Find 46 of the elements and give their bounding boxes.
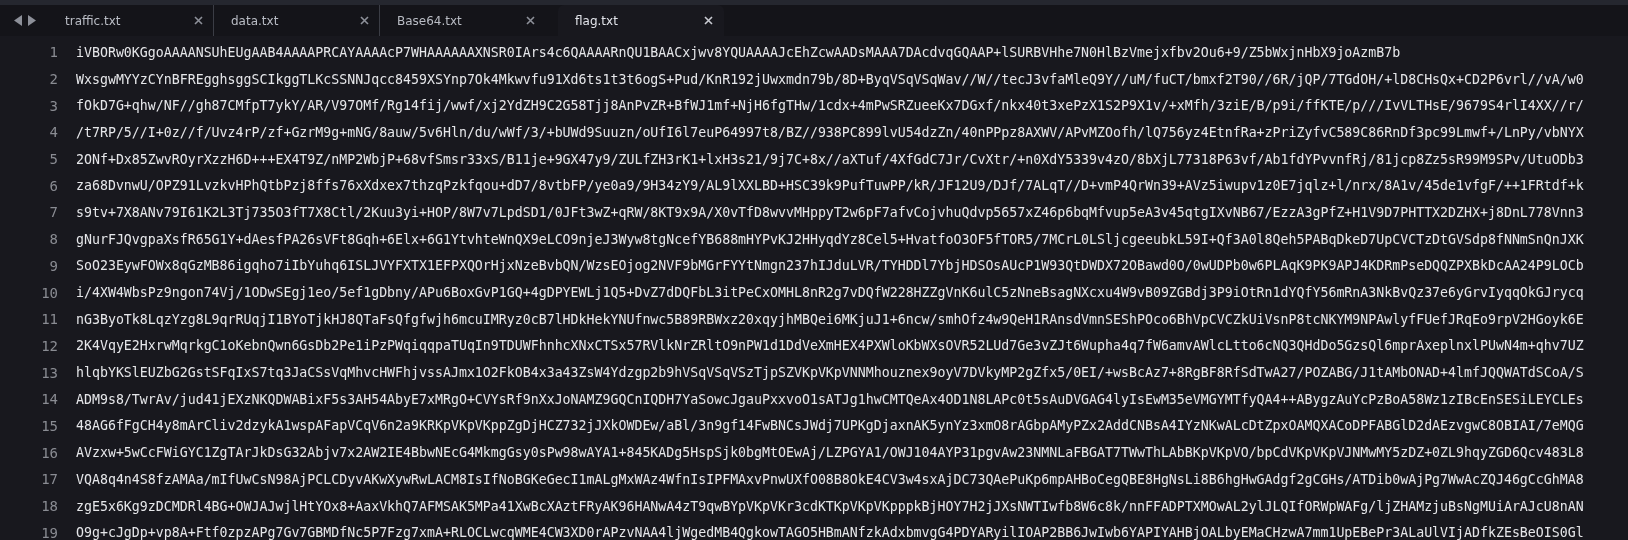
code-line: AVzxw+5wCcFWiGYC1ZgTArJkDsG32Abjv7x2AW2IE4BbwNEcG4MkmgGsy0sPw98wAYA1+845KADg5HspSjk0bgMtOEwAj/LZPGYA1/OWJ104AYP31pgvAw23NMNLaFBGAT7TWwThLAbBKpVKpVO/bpCdVKpVKpVJNMwMY5zDZ+0ZL9hqyZGD6Qcv483L8 [76, 445, 1584, 461]
line-number: 4 [48, 124, 58, 141]
line-number: 16 [40, 444, 58, 461]
close-icon[interactable] [704, 16, 713, 25]
code-line: 48AG6fFgCH4y8mArCliv2dzykA1wspAFapVCqV6n2a9KRKpVKpVKppZgDjHCZ732jJXkOWDEw/aBl/3n9gf14FwBNCsJWdj7UPKgDjaxnAK5ynYz3xmO8rAGbpAMyPZx2AddCNBsA4IYzNKwALcDtZpxOAMQXACoDPFABGlD2dAEzvgwC8OBIAI/7eMQG [76, 418, 1584, 434]
line-number: 5 [48, 151, 58, 168]
line-number: 13 [40, 364, 58, 381]
line-number: 3 [48, 97, 58, 114]
code-line: i/4XW4WbsPz9ngon74Vj/1ODwSEgj1eo/5ef1gDbny/APu6BoxGvP1GQ+4gDPYEWLj1Q5+DvZ7dDQFbL3itPeCxOMHL8nR2g7vDQfW228HZZgVnK6ulC5zNneBsagNXcxu4W9vB09ZGBdj3P9iOtRn1dYQfY56mRnA3NkBvQz37e6yGrvIyqqOkGJrycq [76, 285, 1584, 301]
code-line: VQA8q4n4S8fzAMAa/mIfUwCsN98AjPCLCDyvAKwXywRwLACM8IsIfNoBGKeGecI1mALgMxWAz4WfnIsIPFMAxvPnwUXfO08B8OkE4CV3w4sxAjDC73QAePuKp6mpAHBoCegQBE8HgNsLi8B6hgHwGAdgf2gCGHs/ATDib0wAjPg7WwAcZQJ46gCcGhMA8 [76, 471, 1584, 487]
code-line: hlqbYKSlEUZbG2GstSFqIxS7tq3JaCSsVqMhvcHWFhjvssAJmx1O2FkOB4x3a43ZsW4Ydzgp2b9hVSqVSqVSzTjpSZVKpVKpVNNMhouznex9oyV7DVkyMP2gZfx5/0EI/+wsBcAz7+8RgBF8RfSdTwA27/POZABG/J1tAMbONAD+4lmfJQQWATdSCoA/S [76, 365, 1584, 381]
close-icon[interactable] [360, 16, 369, 25]
line-number: 7 [48, 204, 58, 221]
right-arrow-icon[interactable] [28, 15, 36, 26]
code-line: ADM9s8/TwrAv/jud41jEXzNKQDWABixF5s3AH54AbyE7xMRgO+CVYsRf9nXxJoNAMZ9GQCnIQDH7YaSowcJgauPxxvoO1sATJg1hwCMTQeAx4OD1N8LAPc0t5sAuDVGAG4lyIsEwM35eVMGYMTfyQA4++ABygzAuYcPzBoA58Wz1zIBcEnSESiLEYCLEs [76, 391, 1584, 407]
code-line: fOkD7G+qhw/NF//gh87CMfpT7ykY/AR/V97OMf/Rg14fij/wwf/xj2YdZH9C2G58Tjj8AnPvZR+BfWJ1mf+NjH6fgTHw/1cdx+4mPwSRZueeKx7DGxf/nkx40t3xePzX1S2P9X1v/+xMfh/3ziE/B/p9i/ffKTE/p///IvVLTHsE/9679S4rlI4XX//r/ [76, 98, 1584, 114]
code-line: /t7RP/5//I+0z//f/Uvz4rP/zf+GzrM9g+mNG/8auw/5v6Hln/du/wWf/3/+bUWd9Suuzn/oUfI6l7euP64997t8/BZ//938PC899lvU54dzZn/40nPPpz8AXWV/APvMZOofh/lQ756yz4EtnfRa+zPriZyfvC589C86RnDf3pc99Lmwf+/LnPy/vbNYX [76, 124, 1584, 140]
line-number: 19 [40, 524, 58, 540]
code-line: 2K4VqyE2HxrwMqrkgC1oKebnQwn6GsDb2Pe1iPzPWqiqqpaTUqIn9TDUWFhnhcXNxCTSx57RVlkNrZRltO9nPW1d1DdVeXmHEX4PXWloKbWXsOVR52LUd7Ge3vZJt6Wupha4q7fW6amvAWlcLtto6cNQ3QHdDo5GzsQl6mprAxeplnxlPUwN4m+qhv7UZ [76, 338, 1584, 354]
line-number: 2 [48, 71, 58, 88]
code-line: 2ONf+Dx85ZwvROyrXzzH6D+++EX4T9Z/nMP2WbjP+68vfSmsr33xS/B11je+9GX47y9/ZULfZH3rK1+lxH3s21/9j7C+8x//aXTuf/4XfGdC7Jr/CvXtr/+n0XdY5339v4zO/8bXjL77318P63vf/Ab1fdYPvvnfRj/81jcp8Zz5sR99M9SPv/UtuODb3 [76, 151, 1584, 167]
code-line: nG3ByoTk8LqzYzg8L9qrRUqjI1BYoTjkHJ8QTaFsQfgfwjh6mcuIMRyz0cB7lHDkHekYNUfnwc5B89RBWxz20xqyjhMBQei6MKjuJ1+6ncw/smhOfz4w9QeH1RAnsdVmnSEShPOco6BhVpCVCZkUiVsnP8tcNKYM9NPAwlyfFUefJRqEo9rpV2HGoyk6E [76, 311, 1584, 327]
line-number: 18 [40, 498, 58, 515]
line-number: 6 [48, 177, 58, 194]
tab[interactable]: Base64.txt [380, 5, 546, 36]
code-line: WxsgwMYYzCYnBFREgghsggSCIkggTLKcSSNNJqcc8459XSYnp7Ok4Mkwvfu91Xd6ts1t3t6ogS+Pud/KnR192jUwxmdn79b/8D+ByqVSqVSqWav//W//tecJ3vfaMleQ9Y//uM/fuCT/bmxf2T90//6R/jQP/7TGdOH/+lD8CHsQx+CD2P6vrl//vA/w0 [76, 71, 1584, 87]
line-number: 14 [40, 391, 58, 408]
code-line: za68DvnwU/OPZ91LvzkvHPhQtbPzj8ffs76xXdxex7thzqPzkfqou+dD7/8vtbFP/ye0a9/9H34zY9/AL9lXXLBD+HSC39k9PufTuwPP/kR/JF12U9/DJf/7ALqT//D+vmP4QrWn39+AVz5iwupv1z0E7jqlz+l/nrx/8A1v/45de1vfgF/++1FRtdf+k [76, 178, 1584, 194]
code-line: O9g+cJgDp+vp8A+Ftf0zpzAPg7Gv7GBMDfNc5P7Fzg7xmA+RLOCLwcqWME4CW3XD0rAPzvNAA4ljWgedMB4QgkowTAGO5HBmANfzkAdxbmvgG4PDYARyilIOAP2BB6JwIwb6YAPIYAHBjOALbyEMaCHzwA7mm1UpEBePr3ALaUlVIjADfkZEsBeOIS0Gl [76, 525, 1584, 540]
code-line: gNurFJQvgpaXsfR65G1Y+dAesfPA26sVFt8Gqh+6Elx+6G1YtvhteWnQX9eLCO9njeJ3Wyw8tgNcefYB688mHYPvKJ2HHyqdYz8Cel5+HvatfoO3OF5fTOR5/7MCrL0LSljcgeeubkL59I+Qf3A0l8Qeh5PABqDkeD7UpCVCTzDtGVSdp8fNNmSnQnJXK [76, 231, 1584, 247]
line-number: 9 [48, 257, 58, 274]
line-number: 17 [40, 471, 58, 488]
code-line: s9tv+7X8ANv79I61K2L3Tj735O3fT7X8Ctl/2Kuu3yi+HOP/8W7v7LpdSD1/0JFt3wZ+qRW/8KT9x9A/X0vTfD8wvvMHppyT2w6pF7afvCojvhuQdvp5657xZ46p6bqMfvup5eA3v45qtgIXvNB67/EzzA3gPfZ+H1V9D7PHTTX2DZHX+j8DnL778Vnn3 [76, 204, 1584, 220]
line-number: 10 [40, 284, 58, 301]
code-line: SoO23EywFOWx8qGzMB86igqho7iIbYuhq6ISLJVYFXTX1EFPXQOrHjxNzeBvbQN/WzsEOjog2NVF9bMGrFYYtNmgn237hIJduLVR/TYHDDl7YbjHDSOsAUcP1W93QtDWDX72OBawd0O/0wUDPb0w6PLAqK9PK9APJ4KDRmPseDQQZPXBkDcAA24P9LOCb [76, 258, 1584, 274]
left-arrow-icon[interactable] [14, 15, 22, 26]
line-number: 1 [48, 44, 58, 61]
code-line: zgE5x6Kg9zDCMDRl4BG+OWJAJwjlHtYOx8+AaxVkhQ7AFMSAK5MPa41XwBcXAztFRyAK96HANwA4zT9qwBYpVKpVKr3cdKTKpVKpVKpppkBjHOY7H2jJXsNWTIwfb8W6c8k/nnFFADPTXMOwAL2ylJLQIfORWpWAFg/ljZHAMzjuBsNgMUiArAJcU8nAN [76, 498, 1584, 514]
close-icon[interactable] [526, 16, 535, 25]
line-number: 11 [40, 311, 58, 328]
line-number: 12 [40, 337, 58, 354]
tab[interactable]: flag.txt [558, 5, 724, 36]
line-number: 8 [48, 231, 58, 248]
close-icon[interactable] [194, 16, 203, 25]
code-line: iVBORw0KGgoAAAANSUhEUgAAB4AAAAPRCAYAAAAcP7WHAAAAAAXNSR0IArs4c6QAAAARnQU1BAACxjwv8YQUAAAAJcEhZcwAADsMAAA7DAcdvqGQAAP+lSURBVHhe7N0HlBzVmejxfbv2Ou6+9/Z5bWxjnHbX9joAzmB7b [76, 44, 1401, 60]
line-number: 15 [40, 417, 58, 434]
